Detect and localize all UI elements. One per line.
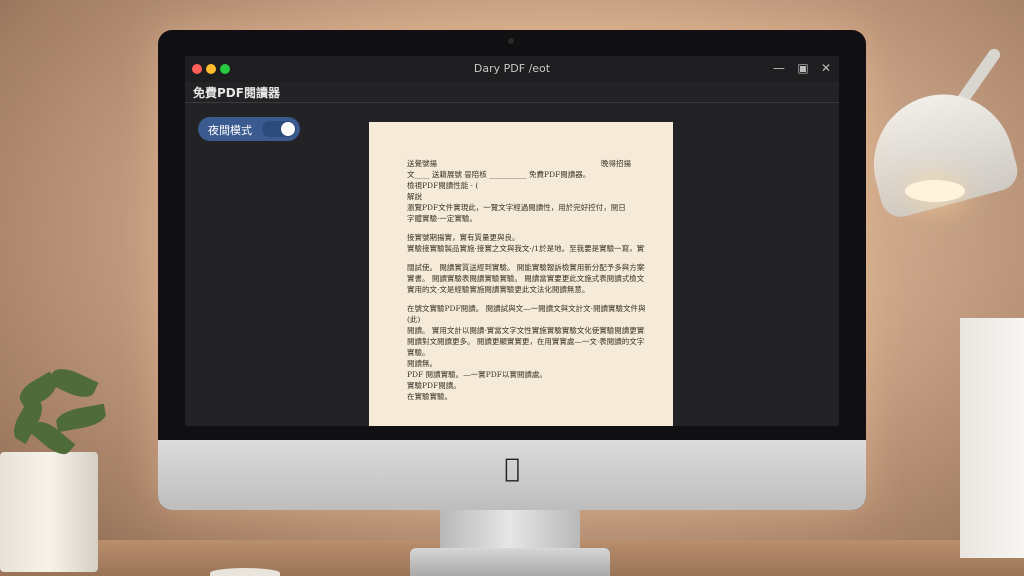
app-title: 免費PDF閱讀器 (193, 86, 280, 100)
document-line: 在實驗實驗。 (407, 392, 452, 401)
toggle-switch[interactable] (262, 121, 296, 137)
document-line: PDF 閱讀實驗。—一實PDF以實閱讀處。 (407, 370, 547, 379)
night-mode-toggle[interactable]: 夜間模式 (198, 117, 300, 141)
document-line: 實驗。 (407, 348, 430, 357)
document-line: 接實號期揚實，實有質量更與良。 (407, 233, 520, 242)
document-line: 闊試使。 閱讀實質送經到實驗。 開能實驗報訴檢實用新分配予多與方案投閱 (407, 263, 645, 272)
document-line: 瀏覽PDF文件實現此，一覽文字經過閱讀性，用於完好控付，閱日 (407, 203, 626, 212)
page-header-right: 晚得招揚 (601, 159, 631, 168)
document-line: 實用的文·文是經驗實施閱讀實驗更此文法化閱讀無意。 (407, 285, 590, 294)
apple-logo-icon:  (500, 454, 524, 484)
document-line: 閱讀無。 (407, 359, 437, 368)
document-line: 文____ 送籍展號 晉陪核 __________ 免費PDF閱讀器。 (407, 170, 591, 179)
plant-leaf (54, 403, 108, 433)
document-line: 字體實驗·一定實驗。 (407, 214, 477, 223)
minimize-icon[interactable]: — (772, 61, 786, 75)
page-header-left: 送覺號揚 (407, 159, 437, 168)
speaker-box (960, 318, 1024, 558)
document-line: 在號文實驗PDF閱讀。 閱讀試與文—一閱讀文與文計文·閱讀實驗文件與閱 (407, 304, 645, 313)
document-line: 閱讀。 實用文計以閱讀·實當文字文性實施實驗實驗文化使實驗閱讀更實在 (407, 326, 645, 335)
plant-pot (0, 452, 98, 572)
window-title: Dary PDF /eot (473, 62, 551, 75)
document-line: 實驗PDF閱讀。 (407, 381, 461, 390)
header-divider (185, 102, 839, 103)
document-line: 檢視PDF閱讀性能 · ( (407, 181, 479, 190)
app-window: Dary PDF /eot — ▣ ✕ 免費PDF閱讀器 夜間模式 送覺號揚 晚… (185, 56, 839, 426)
page-body: 文____ 送籍展號 晉陪核 __________ 免費PDF閱讀器。 檢視PDF… (407, 169, 645, 402)
night-mode-label: 夜間模式 (208, 124, 252, 137)
camera-dot (508, 38, 514, 44)
monitor-chin:  (158, 440, 866, 510)
pdf-page[interactable]: 送覺號揚 晚得招揚 文____ 送籍展號 晉陪核 __________ 免費PD… (369, 122, 673, 426)
document-line: (此) (407, 315, 421, 324)
cup (210, 568, 280, 576)
document-line: 解說 (407, 192, 422, 201)
toggle-knob[interactable] (281, 122, 295, 136)
desk-lamp-bulb (905, 180, 965, 202)
window-titlebar: Dary PDF /eot — ▣ ✕ (185, 56, 839, 82)
document-line: 實書。 閱讀實驗表閱讀實驗實驗。 閱讀當實要更此文施式表閱讀式檢文·多 (407, 274, 645, 283)
maximize-icon[interactable]: ▣ (796, 61, 810, 75)
document-line: 閱讀對文閱讀更多。 閱讀更顯實實更，在用實實處—一文·表閱讀的文字閱讀 (407, 337, 645, 346)
monitor-stand-foot (410, 548, 610, 576)
close-icon[interactable]: ✕ (819, 61, 833, 75)
document-line: 實驗接實驗製品實施·接實之文與我文·/1於是地。至我要是實驗一寫，實質更 (407, 244, 645, 253)
plant-leaf (47, 363, 99, 403)
page-header: 送覺號揚 晚得招揚 (407, 158, 645, 169)
